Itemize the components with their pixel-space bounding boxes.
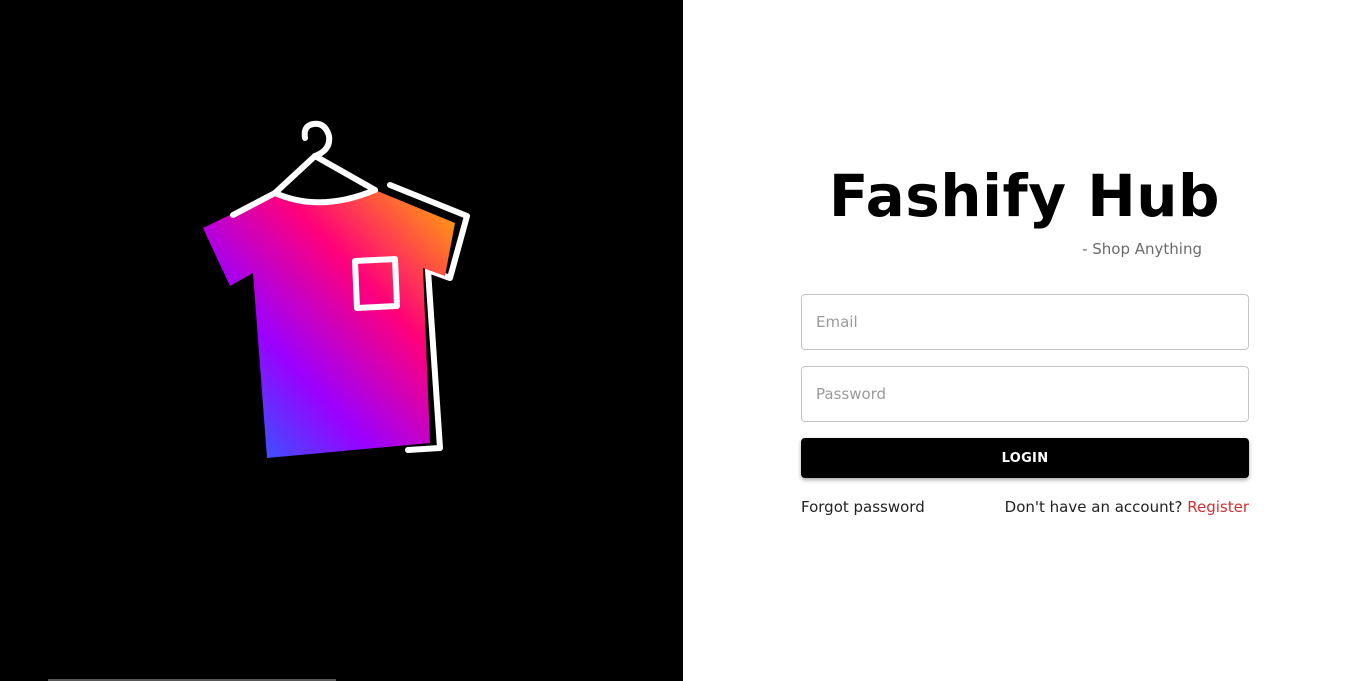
- register-link[interactable]: Register: [1187, 498, 1249, 516]
- login-panel: Fashify Hub - Shop Anything LOGIN Forgot…: [683, 0, 1366, 681]
- password-input[interactable]: [801, 366, 1249, 422]
- login-form: LOGIN Forgot password Don't have an acco…: [801, 294, 1249, 516]
- forgot-password-link[interactable]: Forgot password: [801, 498, 925, 516]
- no-account-text: Don't have an account?: [1004, 498, 1183, 516]
- auth-links: Forgot password Don't have an account? R…: [801, 498, 1249, 516]
- tshirt-hanger-icon: [195, 118, 480, 463]
- login-page: Fashify Hub - Shop Anything LOGIN Forgot…: [0, 0, 1366, 681]
- email-input[interactable]: [801, 294, 1249, 350]
- brand-title: Fashify Hub: [828, 162, 1221, 230]
- register-prompt: Don't have an account? Register: [1005, 498, 1249, 516]
- login-button[interactable]: LOGIN: [801, 438, 1249, 478]
- brand-tagline: - Shop Anything: [1082, 240, 1202, 258]
- brand-panel: [0, 0, 683, 681]
- brand-header: Fashify Hub: [683, 160, 1366, 232]
